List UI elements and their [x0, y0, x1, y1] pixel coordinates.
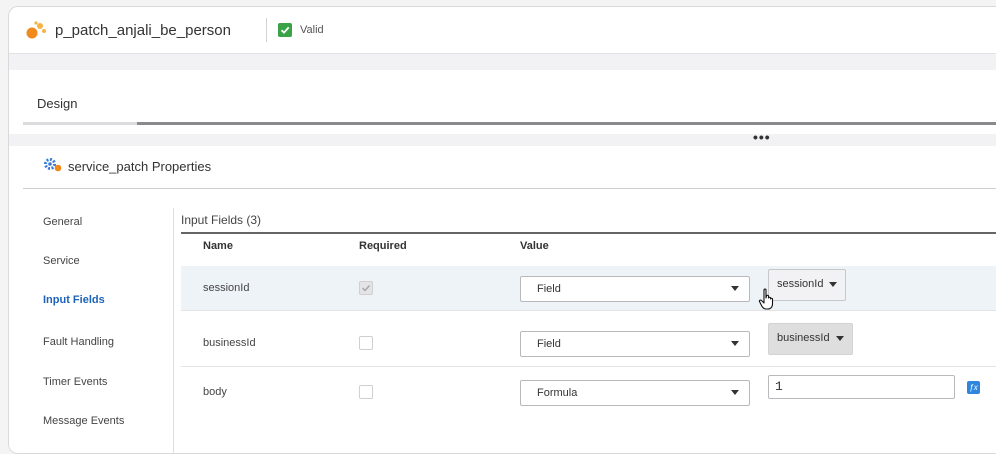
- top-bar: p_patch_anjali_be_person Valid: [9, 7, 996, 54]
- table-row: body Formula 1 ƒx: [181, 370, 996, 414]
- chevron-down-icon: [731, 390, 739, 395]
- spacer-band: [9, 54, 996, 70]
- nav-input-fields[interactable]: Input Fields: [43, 294, 105, 306]
- chevron-down-icon: [731, 341, 739, 346]
- properties-panel: service_patch Properties General Service…: [9, 146, 996, 453]
- value-type-select[interactable]: Formula: [520, 380, 750, 406]
- chevron-down-icon: [829, 281, 838, 287]
- value-type-label: Formula: [537, 387, 578, 399]
- field-picker-label: sessionId: [777, 278, 824, 290]
- service-gear-icon: [44, 158, 62, 172]
- hand-pointer-icon: [758, 288, 774, 310]
- panel-splitter[interactable]: [9, 134, 996, 146]
- column-header-name: Name: [203, 240, 233, 252]
- field-picker[interactable]: sessionId: [768, 269, 847, 301]
- header-divider: [266, 18, 267, 42]
- required-checkbox[interactable]: [359, 336, 373, 350]
- column-header-value: Value: [520, 240, 549, 252]
- input-fields-title: Input Fields (3): [181, 213, 262, 227]
- check-icon: [362, 285, 371, 292]
- required-checkbox[interactable]: [359, 385, 373, 399]
- table-header-line: [181, 232, 996, 234]
- design-tab-indicator: [23, 122, 137, 125]
- properties-title: service_patch Properties: [68, 159, 212, 174]
- value-type-label: Field: [537, 338, 561, 350]
- row-divider: [181, 310, 996, 311]
- field-name: body: [203, 386, 227, 398]
- nav-general[interactable]: General: [43, 216, 82, 228]
- value-type-select[interactable]: Field: [520, 331, 750, 357]
- app-window: p_patch_anjali_be_person Valid Design ••…: [8, 6, 996, 454]
- check-icon: [280, 26, 290, 34]
- field-picker[interactable]: businessId: [768, 323, 853, 355]
- field-name: sessionId: [203, 282, 250, 294]
- table-row: businessId Field businessId: [181, 321, 996, 365]
- required-checkbox: [359, 281, 373, 295]
- chevron-down-icon: [731, 286, 739, 291]
- more-options-icon[interactable]: •••: [753, 129, 771, 145]
- formula-input[interactable]: 1: [768, 375, 955, 399]
- formula-editor-icon[interactable]: ƒx: [967, 381, 980, 394]
- nav-divider: [173, 208, 174, 453]
- value-type-label: Field: [537, 283, 561, 295]
- nav-service[interactable]: Service: [43, 255, 80, 267]
- design-canvas-scrollbar[interactable]: [137, 122, 996, 125]
- nav-message-events[interactable]: Message Events: [43, 415, 124, 427]
- table-row: sessionId Field sessionId: [181, 266, 996, 310]
- field-name: businessId: [203, 337, 256, 349]
- valid-status-icon: [278, 23, 292, 37]
- value-type-select[interactable]: Field: [520, 276, 750, 302]
- nav-timer-events[interactable]: Timer Events: [43, 376, 107, 388]
- properties-nav: General Service Input Fields Fault Handl…: [9, 189, 174, 453]
- field-picker-label: businessId: [777, 332, 830, 344]
- design-panel: Design: [9, 70, 996, 134]
- status-label: Valid: [300, 24, 324, 36]
- nav-fault-handling[interactable]: Fault Handling: [43, 336, 114, 348]
- column-header-required: Required: [359, 240, 407, 252]
- chevron-down-icon: [835, 335, 844, 341]
- design-tab[interactable]: Design: [37, 96, 77, 111]
- process-icon: [26, 21, 46, 39]
- process-name: p_patch_anjali_be_person: [55, 22, 231, 39]
- row-divider: [181, 366, 996, 367]
